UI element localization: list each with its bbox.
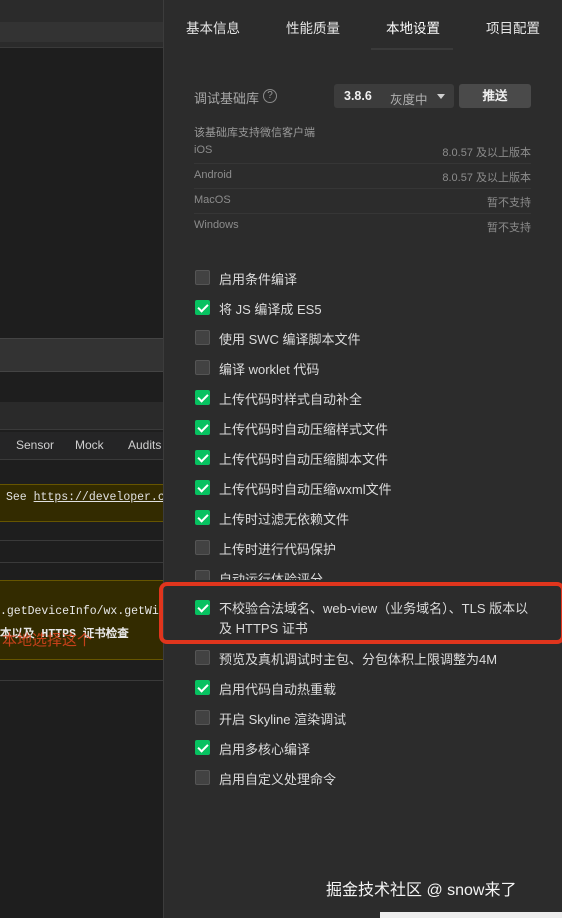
tab-performance[interactable]: 性能质量 [286,17,340,37]
checkbox[interactable] [195,480,210,495]
support-title: 该基础库支持微信客户端 [194,127,315,139]
option-label: 上传时过滤无依赖文件 [219,512,350,527]
tab-sensor[interactable]: Sensor [16,438,54,452]
debug-lib-label: 调试基础库 [194,91,260,106]
platform-name: Android [194,169,232,181]
active-tab-indicator [371,48,453,50]
console-divider [0,540,163,541]
checkbox[interactable] [195,270,210,285]
option-label: 使用 SWC 编译脚本文件 [219,332,361,347]
option-swc-compile[interactable]: 使用 SWC 编译脚本文件 [194,328,539,348]
checkbox[interactable] [195,360,210,375]
tab-basic-info[interactable]: 基本信息 [186,17,240,37]
support-row: Android 8.0.57 及以上版本 [194,164,531,189]
option-minify-style[interactable]: 上传代码时自动压缩样式文件 [194,418,539,438]
checkbox[interactable] [195,650,210,665]
tab-audits[interactable]: Audits [128,438,161,452]
debug-lib-row: 调试基础库 ? 3.8.6 灰度中 推送 [164,82,562,110]
option-label: 上传代码时自动压缩样式文件 [219,422,389,437]
panel-divider-bar [0,338,163,372]
tab-project-config[interactable]: 项目配置 [486,17,540,37]
toolbar-strip [0,22,163,42]
option-custom-commands[interactable]: 启用自定义处理命令 [194,768,539,788]
option-label: 启用条件编译 [219,272,298,287]
option-label: 自动运行体验评分 [219,572,324,580]
option-label: 将 JS 编译成 ES5 [219,302,322,317]
checkbox[interactable] [195,770,210,785]
option-label: 开启 Skyline 渲染调试 [219,712,347,727]
warning-line: .getDeviceInfo/wx.getWind [0,605,163,618]
lib-version-status: 灰度中 [390,93,428,107]
platform-name: Windows [194,219,239,231]
platform-support: 暂不支持 [487,197,531,209]
option-multicore-compile[interactable]: 启用多核心编译 [194,738,539,758]
console-divider [0,680,163,681]
checkbox[interactable] [195,450,210,465]
tab-mock[interactable]: Mock [75,438,104,452]
devtools-tabbar: Sensor Mock Audits [0,432,163,460]
checkbox[interactable] [195,420,210,435]
option-label: 上传时进行代码保护 [219,542,337,557]
checkbox[interactable] [195,510,210,525]
option-filter-unused-files[interactable]: 上传时过滤无依赖文件 [194,508,539,528]
option-label: 上传代码时样式自动补全 [219,392,363,407]
chevron-down-icon [437,94,445,99]
tab-local-settings[interactable]: 本地设置 [386,17,440,37]
project-details-panel: 基本信息 性能质量 本地设置 项目配置 调试基础库 ? 3.8.6 灰度中 推送… [163,0,562,918]
console-warning-text: See https://developer.c [6,491,163,504]
watermark: 掘金技术社区 @ snow来了 [326,882,517,899]
console-warning: See https://developer.c [0,484,163,522]
platform-name: iOS [194,144,213,156]
annotation-overlay-text: 本地选择这个 [2,632,93,649]
option-conditional-compile[interactable]: 启用条件编译 [194,268,539,288]
platform-support: 8.0.57 及以上版本 [442,172,531,184]
option-label: 上传代码时自动压缩wxml文件 [219,482,392,497]
platform-name: MacOS [194,194,231,206]
checkbox[interactable] [195,680,210,695]
warning-prefix: See [6,491,34,504]
help-icon[interactable]: ? [263,89,277,103]
push-button[interactable]: 推送 [459,84,531,108]
option-worklet-compile[interactable]: 编译 worklet 代码 [194,358,539,378]
devtools-background: Sensor Mock Audits See https://developer… [0,0,163,918]
support-row: iOS 8.0.57 及以上版本 [194,139,531,164]
lib-version-value: 3.8.6 [344,89,372,103]
option-minify-wxml[interactable]: 上传代码时自动压缩wxml文件 [194,478,539,498]
lib-version-select[interactable]: 3.8.6 灰度中 [334,84,454,108]
option-code-protection[interactable]: 上传时进行代码保护 [194,538,539,558]
simulator-toolbar [0,0,163,48]
option-label: 编译 worklet 代码 [219,362,320,377]
checkbox[interactable] [195,540,210,555]
warning-link[interactable]: https://developer.c [34,491,163,504]
option-label: 上传代码时自动压缩脚本文件 [219,452,389,467]
option-hot-reload[interactable]: 启用代码自动热重载 [194,678,539,698]
details-tabbar: 基本信息 性能质量 本地设置 项目配置 [164,0,562,50]
option-minify-script[interactable]: 上传代码时自动压缩脚本文件 [194,448,539,468]
option-skyline-debug[interactable]: 开启 Skyline 渲染调试 [194,708,539,728]
support-row: MacOS 暂不支持 [194,189,531,214]
console-divider [0,562,163,563]
checkbox[interactable] [195,710,210,725]
annotation-highlight-box [159,582,562,644]
option-js-to-es5[interactable]: 将 JS 编译成 ES5 [194,298,539,318]
checkbox[interactable] [195,390,210,405]
option-label: 启用自定义处理命令 [219,772,337,787]
option-4m-package-limit[interactable]: 预览及真机调试时主包、分包体积上限调整为4M [194,648,539,668]
checkbox[interactable] [195,300,210,315]
console-warning: .getDeviceInfo/wx.getWind 本以及 HTTPS 证书检查… [0,580,163,660]
bottom-strip [380,912,562,918]
checkbox[interactable] [195,330,210,345]
checkbox[interactable] [195,740,210,755]
option-style-autocomplete[interactable]: 上传代码时样式自动补全 [194,388,539,408]
checkbox[interactable] [195,570,210,580]
option-label: 启用代码自动热重载 [219,682,337,697]
option-label: 预览及真机调试时主包、分包体积上限调整为4M [219,652,498,667]
option-auto-score[interactable]: 自动运行体验评分 [194,568,539,580]
support-row: Windows 暂不支持 [194,214,531,239]
panel-subbar [0,402,163,430]
platform-support: 暂不支持 [487,222,531,234]
platform-support: 8.0.57 及以上版本 [442,147,531,159]
option-label: 启用多核心编译 [219,742,311,757]
